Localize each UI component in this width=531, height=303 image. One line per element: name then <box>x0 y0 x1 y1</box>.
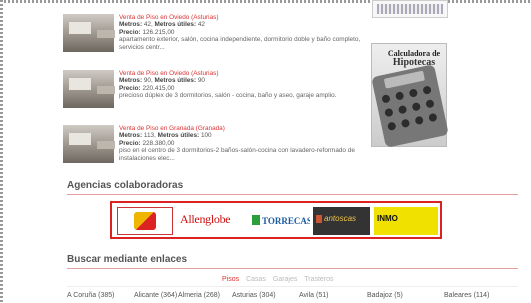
top-right-banner[interactable] <box>372 0 448 18</box>
listing-price: Precio: 220.415,00 <box>119 84 175 92</box>
listing-meters: Metros: 42, Metros útiles: 42 <box>119 21 205 29</box>
listing-thumbnail[interactable] <box>63 125 114 163</box>
listing-item[interactable]: Venta de Piso en Granada (Granada) Metro… <box>63 125 363 177</box>
agency-logo-a-mark <box>134 212 156 230</box>
tab-garajes[interactable]: Garajes <box>273 276 298 283</box>
tab-trasteros[interactable]: Trasteros <box>304 276 333 283</box>
listing-meters: Metros: 113, Metros útiles: 100 <box>119 132 212 140</box>
left-dotted-border <box>0 0 3 303</box>
agencies-section-title: Agencias colaboradoras <box>67 180 184 191</box>
tab-casas[interactable]: Casas <box>246 276 266 283</box>
links-section-title: Buscar mediante enlaces <box>67 254 188 265</box>
listing-description: precioso dúplex de 3 dormitorios, salón … <box>119 92 337 100</box>
listing-thumbnail[interactable] <box>63 14 114 52</box>
mortgage-calculator-banner[interactable]: Calculadora de Hipotecas <box>371 43 449 148</box>
listing-description: apartamento exterior, salón, cocina inde… <box>119 36 361 51</box>
listing-price: Precio: 228.380,00 <box>119 139 175 147</box>
tab-pisos[interactable]: Pisos <box>222 276 239 283</box>
listing-item[interactable]: Venta de Piso en Oviedo (Asturias) Metro… <box>63 70 363 122</box>
top-dotted-border <box>0 0 531 3</box>
section-divider <box>67 268 518 269</box>
agencies-logo-strip: Allenglobe TORRECASA antoscas INMO <box>110 201 442 239</box>
section-divider <box>67 194 518 195</box>
agency-logo-a[interactable] <box>117 207 173 235</box>
province-link[interactable]: Baleares (114) <box>444 292 489 299</box>
calculator-banner-title: Calculadora de Hipotecas <box>387 49 441 68</box>
province-link[interactable]: Avila (51) <box>299 292 328 299</box>
listing-title[interactable]: Venta de Piso en Oviedo (Asturias) <box>119 14 369 21</box>
listing-thumbnail[interactable] <box>63 70 114 108</box>
agency-logo-torrecasa[interactable]: TORRECASA <box>250 207 310 235</box>
listing-description: piso en el centro de 3 dormitorios-2 bañ… <box>119 147 355 162</box>
calculator-icon <box>371 64 449 148</box>
province-link[interactable]: Badajoz (5) <box>367 292 403 299</box>
province-link[interactable]: Asturias (304) <box>232 292 276 299</box>
listing-price: Precio: 126.215,00 <box>119 28 175 36</box>
agency-logo-antoscas[interactable]: antoscas <box>313 207 370 235</box>
listing-item[interactable]: Venta de Piso en Oviedo (Asturias) Metro… <box>63 14 363 66</box>
agency-logo-inmo[interactable]: INMO <box>374 207 438 235</box>
property-type-tabs: Pisos Casas Garajes Trasteros <box>222 276 339 283</box>
province-link[interactable]: Almeria (268) <box>178 292 220 299</box>
listing-title[interactable]: Venta de Piso en Oviedo (Asturias) <box>119 70 369 77</box>
banner-graphic <box>377 4 443 14</box>
antoscas-mark <box>316 215 322 223</box>
province-link[interactable]: A Coruña (385) <box>67 292 114 299</box>
tabs-divider <box>67 286 518 287</box>
agency-logo-allenglobe[interactable]: Allenglobe <box>178 207 247 235</box>
torrecasa-mark <box>252 215 260 225</box>
province-link[interactable]: Alicante (364) <box>134 292 177 299</box>
listing-title[interactable]: Venta de Piso en Granada (Granada) <box>119 125 369 132</box>
listing-meters: Metros: 90, Metros útiles: 90 <box>119 77 205 85</box>
